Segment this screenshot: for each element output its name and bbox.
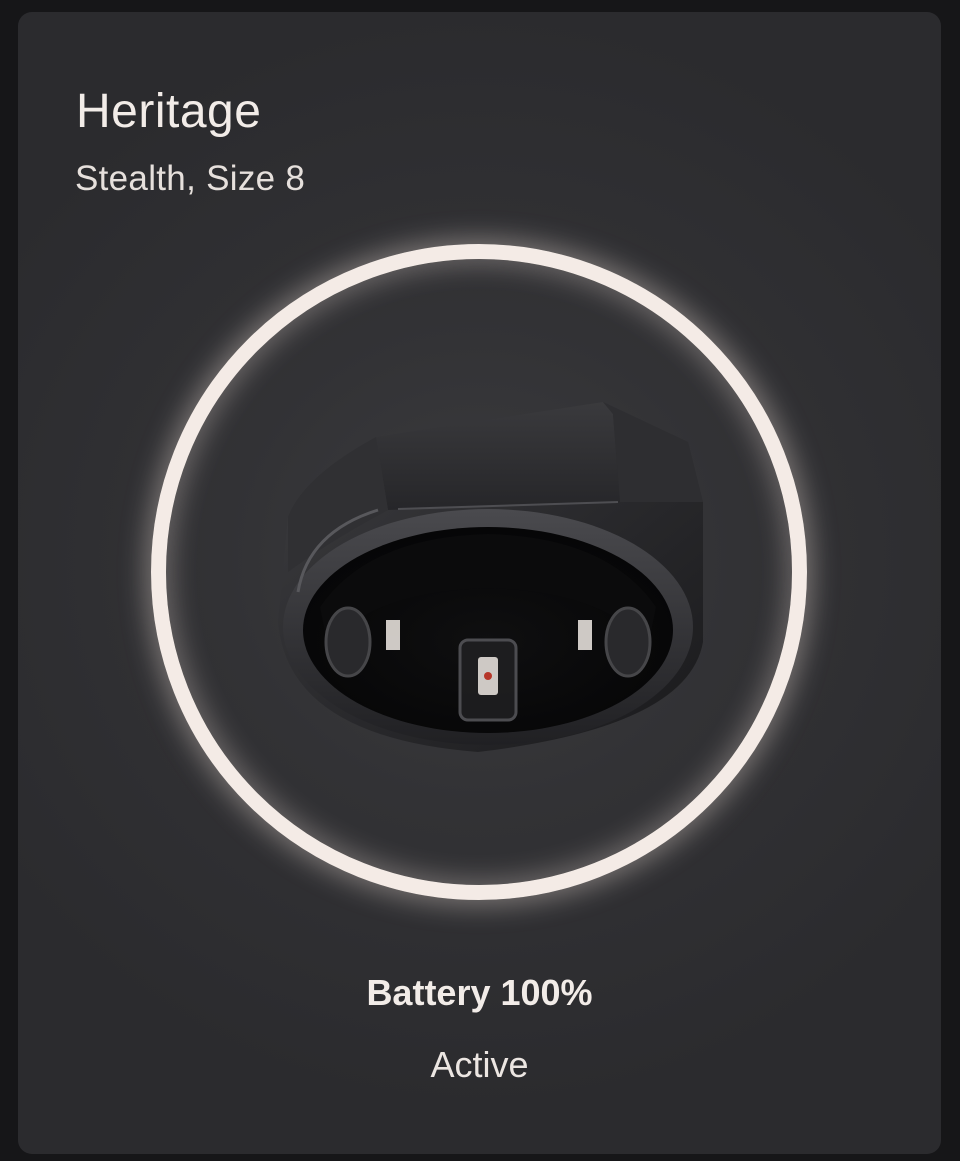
smart-ring-image <box>278 402 703 752</box>
ring-status-label: Active <box>430 1044 529 1085</box>
ring-variant-size: Stealth, Size 8 <box>75 159 306 198</box>
battery-level-label: Battery 100% <box>366 972 593 1013</box>
ring-model-name: Heritage <box>76 85 262 138</box>
ring-status-card[interactable]: Heritage Stealth, Size 8 Battery 100% Ac… <box>18 12 941 1154</box>
